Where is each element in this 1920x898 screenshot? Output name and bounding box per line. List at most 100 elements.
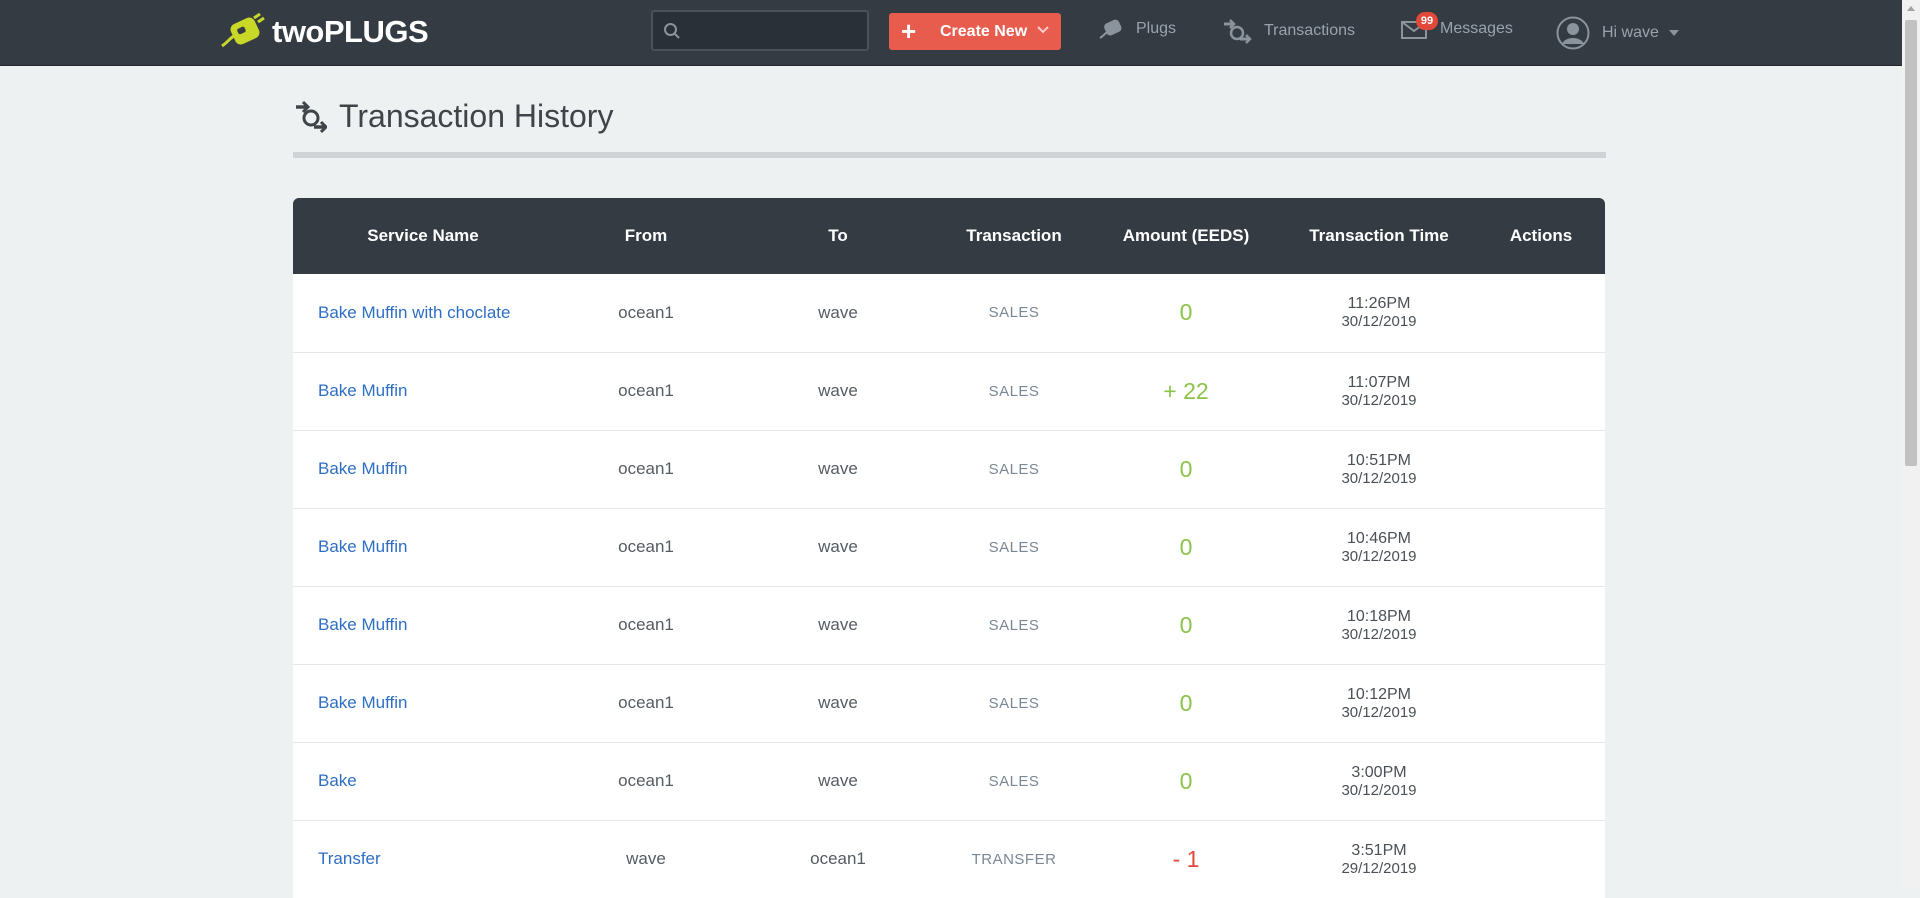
transaction-date: 30/12/2019 — [1341, 703, 1417, 721]
transaction-type-cell: SALES — [988, 460, 1040, 478]
to-cell: wave — [818, 302, 858, 322]
transaction-time: 3:00PM — [1351, 763, 1407, 781]
nav-plugs-label: Plugs — [1136, 20, 1177, 37]
transactions-icon — [1224, 19, 1252, 44]
service-name-cell: Bake Muffin — [293, 352, 553, 430]
transaction-date: 29/12/2019 — [1341, 859, 1417, 877]
transaction-type-cell: SALES — [988, 304, 1040, 322]
transaction-type-cell: SALES — [988, 694, 1040, 712]
transaction-date: 30/12/2019 — [1341, 781, 1417, 799]
search-icon — [664, 23, 680, 39]
from-cell: ocean1 — [618, 302, 674, 322]
page-title: Transaction History — [339, 98, 614, 134]
transaction-type-cell: SALES — [988, 382, 1040, 400]
service-name-link[interactable]: Bake — [318, 771, 357, 790]
nav-plugs[interactable]: Plugs — [1098, 18, 1176, 40]
caret-down-icon[interactable] — [1668, 30, 1679, 36]
service-name-cell: Bake Muffin — [293, 508, 553, 586]
transaction-time: 10:51PM — [1346, 451, 1412, 469]
service-name-cell: Bake Muffin with choclate — [293, 274, 553, 352]
user-greeting: Hi wave — [1602, 24, 1659, 41]
service-name-link[interactable]: Bake Muffin — [318, 381, 407, 400]
scrollbar-thumb[interactable] — [1905, 20, 1917, 466]
actions-cell — [1477, 352, 1605, 430]
service-name-link[interactable]: Bake Muffin — [318, 537, 407, 556]
actions-cell — [1477, 274, 1605, 352]
actions-cell — [1477, 664, 1605, 742]
transaction-type-cell: SALES — [988, 616, 1040, 634]
logo[interactable]: twoPLUGS — [218, 12, 429, 52]
page-scrollbar[interactable] — [1902, 0, 1920, 888]
transaction-time: 11:07PM — [1347, 373, 1411, 391]
service-name-cell: Transfer — [293, 820, 553, 898]
from-cell: ocean1 — [618, 693, 674, 712]
page-heading: Transaction History — [293, 98, 613, 135]
actions-cell — [1477, 430, 1605, 508]
plug-logo-icon — [221, 12, 265, 48]
transactions-table: Service Name From To Transaction Amount … — [293, 198, 1605, 898]
transaction-time: 10:46PM — [1346, 529, 1412, 547]
from-cell: ocean1 — [618, 615, 674, 634]
transaction-time-cell: 3:51PM 29/12/2019 — [1281, 820, 1477, 898]
from-cell: wave — [626, 849, 666, 868]
column-header-amount: Amount (EEDS) — [1122, 226, 1250, 245]
amount-cell: + 22 — [1163, 377, 1209, 404]
messages-count-badge: 99 — [1416, 12, 1438, 30]
search-input[interactable] — [691, 18, 863, 44]
nav-transactions[interactable]: Transactions — [1220, 18, 1355, 44]
column-header-transaction-time: Transaction Time — [1309, 226, 1449, 245]
service-name-link[interactable]: Bake Muffin — [318, 693, 407, 712]
search-box[interactable] — [651, 10, 869, 51]
table-row: Transfer wave ocean1 TRANSFER - 1 3:51PM 29/12… — [293, 820, 1605, 898]
amount-cell: 0 — [1179, 611, 1193, 638]
nav-messages-label: Messages — [1440, 20, 1513, 37]
transaction-type-cell: SALES — [988, 538, 1040, 556]
from-cell: ocean1 — [618, 537, 674, 556]
service-name-cell: Bake Muffin — [293, 664, 553, 742]
service-name-cell: Bake — [293, 742, 553, 820]
actions-cell — [1477, 742, 1605, 820]
to-cell: wave — [818, 615, 858, 634]
create-new-button[interactable]: + Create New — [889, 13, 1061, 50]
transaction-type-cell: TRANSFER — [971, 850, 1057, 868]
service-name-link[interactable]: Bake Muffin — [318, 615, 407, 634]
transaction-time-cell: 11:26PM 30/12/2019 — [1281, 274, 1477, 352]
transaction-time-cell: 10:12PM 30/12/2019 — [1281, 664, 1477, 742]
from-cell: ocean1 — [618, 459, 674, 478]
transaction-date: 30/12/2019 — [1341, 391, 1417, 409]
logo-text: twoPLUGS — [272, 14, 429, 49]
table-row: Bake Muffin with choclate ocean1 wave SALES… — [293, 274, 1605, 352]
service-name-link[interactable]: Bake Muffin with choclate — [318, 303, 510, 322]
transaction-type-cell: SALES — [988, 772, 1040, 790]
table-row: Bake ocean1 wave SALES 0 3:00PM 30/12/2019 — [293, 742, 1605, 820]
service-name-cell: Bake Muffin — [293, 430, 553, 508]
chevron-down-icon[interactable] — [1037, 25, 1049, 35]
user-menu[interactable]: Hi wave — [1556, 16, 1691, 50]
amount-cell: 0 — [1179, 299, 1193, 326]
amount-cell: 0 — [1179, 689, 1193, 716]
transaction-time: 10:18PM — [1346, 607, 1412, 625]
table-row: Bake Muffin ocean1 wave SALES + 22 11:07PM 30/… — [293, 352, 1605, 430]
transaction-time-cell: 10:51PM 30/12/2019 — [1281, 430, 1477, 508]
scroll-up-arrow-icon[interactable] — [1902, 0, 1920, 18]
from-cell: ocean1 — [618, 771, 674, 790]
transaction-date: 30/12/2019 — [1341, 469, 1417, 487]
transaction-date: 30/12/2019 — [1341, 547, 1417, 565]
transaction-time-cell: 10:18PM 30/12/2019 — [1281, 586, 1477, 664]
transaction-time-cell: 3:00PM 30/12/2019 — [1281, 742, 1477, 820]
table-row: Bake Muffin ocean1 wave SALES 0 10:18PM 30/12/… — [293, 586, 1605, 664]
nav-transactions-label: Transactions — [1264, 22, 1355, 39]
column-header-to: To — [828, 226, 848, 245]
transaction-date: 30/12/2019 — [1341, 625, 1417, 643]
actions-cell — [1477, 586, 1605, 664]
actions-cell — [1477, 508, 1605, 586]
service-name-link[interactable]: Transfer — [318, 849, 381, 868]
amount-cell: 0 — [1179, 455, 1193, 482]
service-name-cell: Bake Muffin — [293, 586, 553, 664]
service-name-link[interactable]: Bake Muffin — [318, 459, 407, 478]
create-new-label: Create New — [940, 23, 1028, 40]
column-header-actions: Actions — [1509, 226, 1573, 245]
amount-cell: 0 — [1179, 767, 1193, 794]
actions-cell — [1477, 820, 1605, 898]
table-row: Bake Muffin ocean1 wave SALES 0 10:12PM 30/12/… — [293, 664, 1605, 742]
